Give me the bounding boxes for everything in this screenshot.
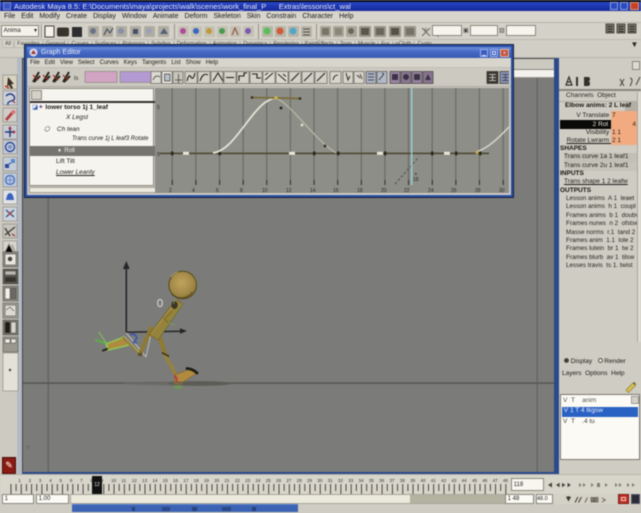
svg-text:12: 12	[132, 478, 138, 483]
svg-text:4: 4	[49, 478, 52, 483]
svg-text:12: 12	[286, 188, 292, 193]
svg-text:ls: ls	[74, 76, 78, 82]
svg-text:34: 34	[359, 478, 365, 483]
svg-text:45: 45	[472, 478, 478, 483]
svg-text:37: 37	[389, 478, 395, 483]
svg-text:2: 2	[29, 478, 32, 483]
svg-text:15: 15	[163, 478, 169, 483]
svg-text:36: 36	[379, 478, 385, 483]
svg-text:44: 44	[462, 478, 468, 483]
svg-text:16: 16	[173, 478, 179, 483]
svg-text:8: 8	[240, 188, 243, 193]
svg-text:30: 30	[499, 188, 505, 193]
svg-text:30: 30	[317, 478, 323, 483]
svg-text:6: 6	[70, 478, 73, 483]
svg-text:27: 27	[286, 478, 292, 483]
svg-text:25: 25	[266, 478, 272, 483]
svg-text:48: 48	[503, 478, 509, 483]
svg-text:4: 4	[192, 188, 195, 193]
svg-text:46: 46	[482, 478, 488, 483]
svg-text:29: 29	[307, 478, 313, 483]
svg-text:18: 18	[194, 478, 200, 483]
svg-text:2: 2	[169, 188, 172, 193]
svg-text:14: 14	[310, 188, 316, 193]
svg-text:18: 18	[357, 188, 363, 193]
svg-text:19: 19	[204, 478, 210, 483]
svg-text:1: 1	[18, 478, 21, 483]
svg-text:28: 28	[297, 478, 303, 483]
svg-text:10: 10	[111, 478, 117, 483]
svg-text:3: 3	[39, 478, 42, 483]
svg-text:6: 6	[216, 188, 219, 193]
svg-text:31: 31	[328, 478, 334, 483]
svg-text:32: 32	[338, 478, 344, 483]
svg-text:33: 33	[348, 478, 354, 483]
svg-text:24: 24	[255, 478, 261, 483]
svg-text:42: 42	[441, 478, 447, 483]
svg-text:5: 5	[60, 478, 63, 483]
svg-text:10: 10	[262, 188, 268, 193]
svg-text:7: 7	[80, 478, 83, 483]
svg-text:20: 20	[381, 188, 387, 193]
svg-text:16: 16	[333, 188, 339, 193]
svg-text:39: 39	[410, 478, 416, 483]
svg-text:24: 24	[428, 188, 434, 193]
svg-text:5: 5	[157, 105, 160, 111]
svg-text:11: 11	[121, 478, 126, 483]
svg-text:17: 17	[183, 478, 189, 483]
svg-text:13: 13	[142, 478, 148, 483]
svg-text:21: 21	[225, 478, 231, 483]
svg-text:28: 28	[475, 188, 481, 193]
svg-text:40: 40	[420, 478, 426, 483]
svg-text:22: 22	[235, 478, 241, 483]
svg-text:35: 35	[369, 478, 375, 483]
svg-text:43: 43	[451, 478, 457, 483]
svg-text:20: 20	[214, 478, 220, 483]
svg-text:47: 47	[493, 478, 499, 483]
svg-text:41: 41	[431, 478, 437, 483]
svg-text:14: 14	[152, 478, 158, 483]
svg-text:26: 26	[276, 478, 282, 483]
svg-text:22: 22	[404, 188, 410, 193]
svg-text:26: 26	[451, 188, 457, 193]
svg-text:38: 38	[400, 478, 406, 483]
svg-text:18: 18	[413, 177, 419, 183]
svg-text:23: 23	[245, 478, 251, 483]
